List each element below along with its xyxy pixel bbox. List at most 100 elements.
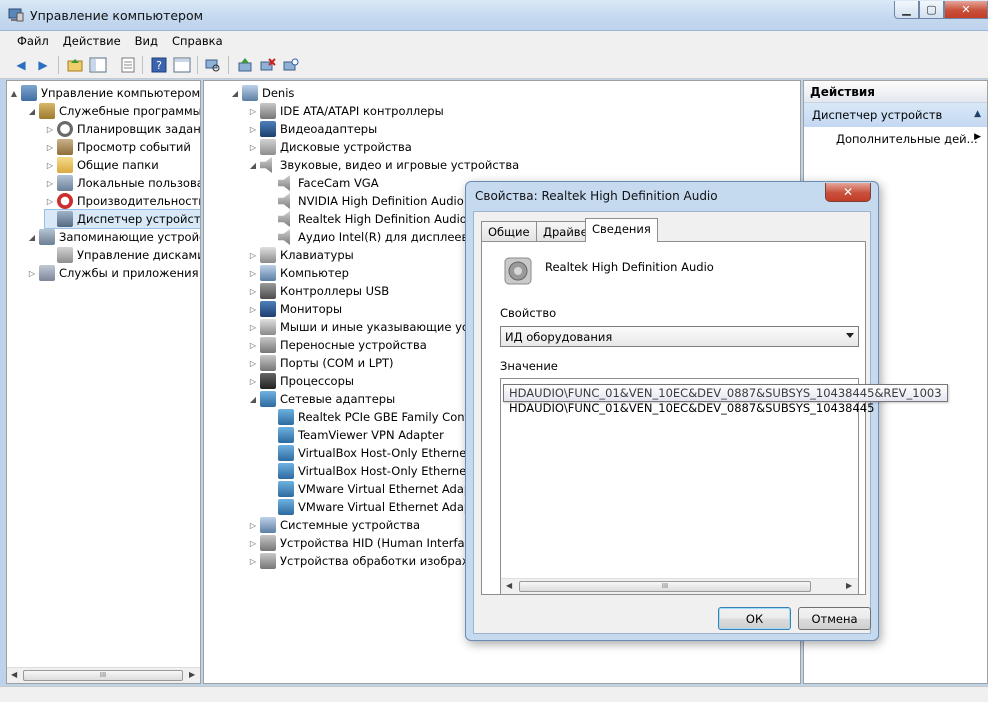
console-tree-icon[interactable] <box>173 56 191 74</box>
console-tree-item[interactable]: ▷ Планировщик заданий <box>45 120 200 138</box>
export-list-icon[interactable] <box>119 56 137 74</box>
expander-icon[interactable]: ▷ <box>45 161 55 170</box>
expander-icon[interactable]: ◢ <box>248 395 258 404</box>
console-tree-label: Производительность <box>77 194 201 208</box>
scrollbar-thumb[interactable]: III <box>519 581 811 592</box>
device-tree-item[interactable]: Realtek High Definition Audio <box>266 210 467 228</box>
console-tree-item[interactable]: ▷ Просмотр событий <box>45 138 191 156</box>
more-actions-item[interactable]: Дополнительные дей... ▶ <box>804 127 987 149</box>
back-icon[interactable]: ◀ <box>12 56 30 74</box>
expander-icon[interactable]: ▷ <box>248 143 258 152</box>
device-tree-item[interactable]: ▷ Мыши и иные указывающие устрой <box>248 318 497 336</box>
scan-hardware-icon[interactable] <box>204 56 222 74</box>
disable-device-icon[interactable] <box>282 56 300 74</box>
expander-icon[interactable]: ▷ <box>27 269 37 278</box>
scroll-right-icon[interactable]: ▶ <box>846 581 852 590</box>
device-tree-item[interactable]: ◢ Сетевые адаптеры <box>248 390 395 408</box>
device-tree-item[interactable]: ◢ Звуковые, видео и игровые устройства <box>248 156 519 174</box>
expander-icon[interactable]: ▷ <box>248 107 258 116</box>
device-tree-item[interactable]: ▷ Переносные устройства <box>248 336 427 354</box>
expander-icon[interactable]: ▷ <box>45 125 55 134</box>
device-tree-item[interactable]: VirtualBox Host-Only Ethernet Ada <box>266 462 496 480</box>
expander-icon[interactable]: ▷ <box>248 341 258 350</box>
device-tree-item[interactable]: Realtek PCIe GBE Family Controller <box>266 408 499 426</box>
device-tree-item[interactable]: FaceCam VGA <box>266 174 379 192</box>
menu-file[interactable]: Файл <box>10 31 56 51</box>
expander-icon[interactable]: ▷ <box>248 323 258 332</box>
expander-icon[interactable]: ▷ <box>248 125 258 134</box>
maximize-button[interactable]: ▢ <box>919 1 944 19</box>
console-tree-item[interactable]: ▷ Общие папки <box>45 156 159 174</box>
expander-icon[interactable]: ▷ <box>45 197 55 206</box>
console-tree-item[interactable]: ▲ Управление компьютером (л <box>9 84 200 102</box>
console-tree-item[interactable]: ◢ Служебные программы <box>27 102 200 120</box>
scroll-left-icon[interactable]: ◀ <box>11 670 17 679</box>
property-dropdown[interactable]: ИД оборудования <box>500 326 859 347</box>
device-tree-item[interactable]: ▷ Клавиатуры <box>248 246 354 264</box>
device-tree-item[interactable]: ▷ IDE ATA/ATAPI контроллеры <box>248 102 444 120</box>
device-tree-item[interactable]: ▷ Видеоадаптеры <box>248 120 377 138</box>
device-tree-item[interactable]: Аудио Intel(R) для дисплеев <box>266 228 468 246</box>
expander-icon[interactable]: ▷ <box>45 179 55 188</box>
ok-button[interactable]: ОК <box>718 607 791 630</box>
expander-icon[interactable]: ▷ <box>248 287 258 296</box>
value-horizontal-scrollbar[interactable]: ◀ III ▶ <box>501 578 858 594</box>
device-tree-item[interactable]: VirtualBox Host-Only Ethernet Ada <box>266 444 496 462</box>
collapse-up-icon[interactable]: ▲ <box>974 109 981 119</box>
console-tree-item[interactable]: ▷ Производительность <box>45 192 201 210</box>
menu-action[interactable]: Действие <box>56 31 128 51</box>
device-tree-item[interactable]: ▷ Процессоры <box>248 372 354 390</box>
device-tree-item[interactable]: ▷ Мониторы <box>248 300 342 318</box>
uninstall-device-icon[interactable] <box>259 56 277 74</box>
expander-icon[interactable]: ◢ <box>248 161 258 170</box>
console-tree-item[interactable]: Диспетчер устройств <box>43 209 200 229</box>
menu-help[interactable]: Справка <box>165 31 230 51</box>
expander-icon[interactable]: ▷ <box>248 521 258 530</box>
tab-details[interactable]: Сведения <box>585 218 658 242</box>
expander-icon[interactable]: ▷ <box>248 251 258 260</box>
expander-icon[interactable]: ▷ <box>248 539 258 548</box>
device-tree-item[interactable]: ▷ Дисковые устройства <box>248 138 412 156</box>
device-tree-item[interactable]: ▷ Компьютер <box>248 264 349 282</box>
scrollbar-thumb[interactable]: III <box>23 670 183 681</box>
expander-icon[interactable]: ▷ <box>248 557 258 566</box>
expander-icon[interactable]: ▷ <box>248 359 258 368</box>
expander-icon[interactable]: ▷ <box>248 305 258 314</box>
expander-icon[interactable]: ◢ <box>27 233 37 242</box>
horizontal-scrollbar[interactable]: ◀ III ▶ <box>7 667 200 683</box>
expander-icon[interactable]: ◢ <box>230 89 240 98</box>
console-tree-item[interactable]: Управление дисками <box>45 246 200 264</box>
show-hide-tree-icon[interactable] <box>89 56 107 74</box>
device-tree-item[interactable]: ▷ Контроллеры USB <box>248 282 389 300</box>
cancel-button[interactable]: Отмена <box>798 607 871 630</box>
close-button[interactable]: ✕ <box>944 1 988 19</box>
expander-icon[interactable]: ▷ <box>45 143 55 152</box>
help-icon[interactable]: ? <box>150 56 168 74</box>
scroll-left-icon[interactable]: ◀ <box>506 581 512 590</box>
update-driver-icon[interactable] <box>236 56 254 74</box>
expander-icon[interactable]: ▲ <box>9 89 19 98</box>
expander-icon[interactable]: ▷ <box>248 377 258 386</box>
dialog-close-button[interactable]: ✕ <box>825 183 871 202</box>
device-tree-item[interactable]: NVIDIA High Definition Audio <box>266 192 464 210</box>
value-list[interactable]: HDAUDIO\FUNC_01&VEN_10EC&DEV_0887&SUBSYS… <box>500 378 948 595</box>
expander-icon[interactable]: ◢ <box>27 107 37 116</box>
forward-icon[interactable]: ▶ <box>34 56 52 74</box>
device-tree-item[interactable]: ▷ Устройства обработки изображений <box>248 552 502 570</box>
device-tree-item[interactable]: TeamViewer VPN Adapter <box>266 426 444 444</box>
console-tree-label: Запоминающие устройст <box>59 230 201 244</box>
device-tree-item[interactable]: ▷ Порты (COM и LPT) <box>248 354 394 372</box>
console-tree-item[interactable]: ▷ Локальные пользовате <box>45 174 200 192</box>
device-tree-item[interactable]: ◢ Denis <box>230 84 294 102</box>
up-folder-icon[interactable] <box>66 56 84 74</box>
tab-general[interactable]: Общие <box>481 221 537 241</box>
device-tree-item[interactable]: ▷ Системные устройства <box>248 516 420 534</box>
minimize-button[interactable]: ▁ <box>894 1 919 19</box>
menu-view[interactable]: Вид <box>128 31 165 51</box>
actions-section-device-manager[interactable]: Диспетчер устройств ▲ <box>804 103 987 127</box>
console-tree-item[interactable]: ◢ Запоминающие устройст <box>27 228 201 246</box>
value-row[interactable]: HDAUDIO\FUNC_01&VEN_10EC&DEV_0887&SUBSYS… <box>509 401 874 415</box>
console-tree-item[interactable]: ▷ Службы и приложения <box>27 264 199 282</box>
expander-icon[interactable]: ▷ <box>248 269 258 278</box>
scroll-right-icon[interactable]: ▶ <box>189 670 195 679</box>
